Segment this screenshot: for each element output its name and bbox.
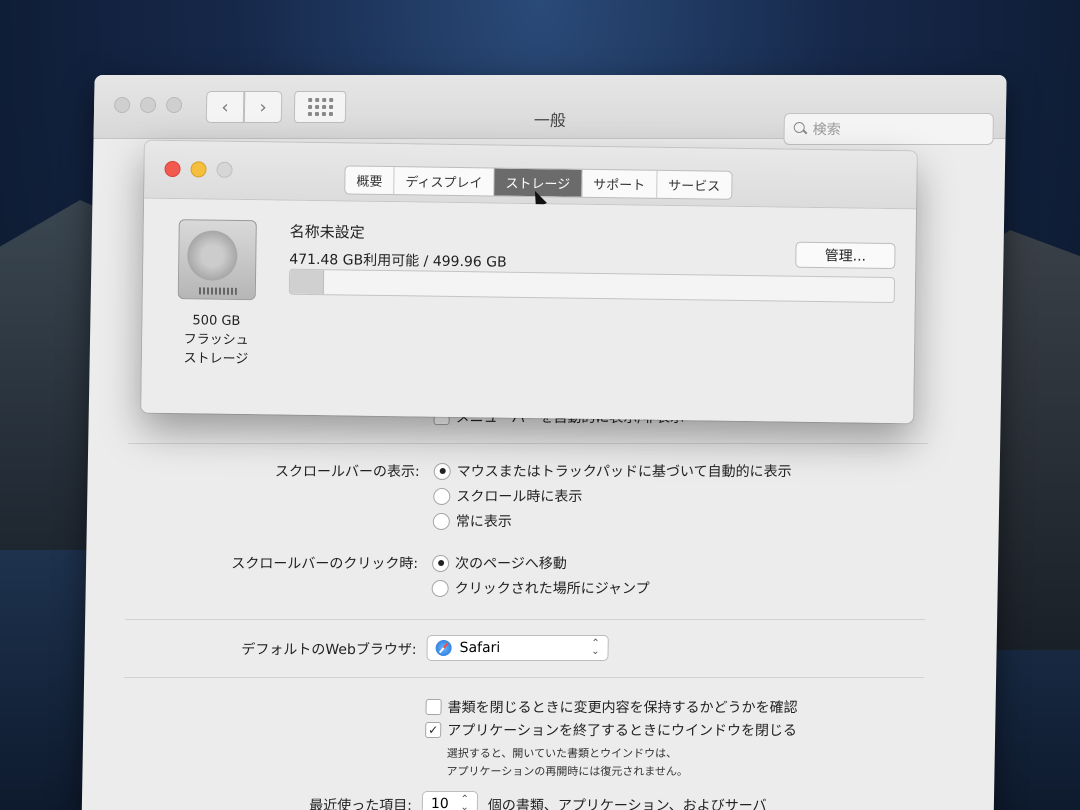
scrollbar-show-label: スクロールバーの表示: <box>274 464 420 480</box>
radio-button[interactable] <box>433 462 451 480</box>
zoom-button[interactable] <box>216 161 233 178</box>
radio-button[interactable] <box>431 579 449 597</box>
close-windows-checkbox[interactable]: ✓ <box>425 722 442 738</box>
minimize-button[interactable] <box>190 161 207 178</box>
storage-panel: 500 GB フラッシュ ストレージ 名称未設定 471.48 GB利用可能 /… <box>141 198 917 424</box>
default-browser-label: デフォルトのWebブラウザ: <box>241 642 417 658</box>
search-placeholder: 検索 <box>812 122 841 138</box>
recent-items-label: 最近使った項目: <box>309 798 413 810</box>
scrollbar-click-jump[interactable]: クリックされた場所にジャンプ <box>431 578 650 598</box>
default-browser-select[interactable]: Safari ⌃ ⌄ <box>426 635 609 661</box>
about-titlebar: 概要 ディスプレイ ストレージ サポート サービス <box>144 140 917 210</box>
scrollbar-click-label: スクロールバーのクリック時: <box>231 556 419 572</box>
about-this-mac-window: 概要 ディスプレイ ストレージ サポート サービス 500 GB フラッシュ ス… <box>141 140 917 424</box>
option-label: 次のページへ移動 <box>454 556 567 572</box>
updown-chevron-icon: ⌃ ⌄ <box>460 794 470 810</box>
option-label: 書類を閉じるときに変更内容を保持するかどうかを確認 <box>447 700 798 716</box>
manage-button[interactable]: 管理... <box>795 241 896 270</box>
disk-type-line2: ストレージ <box>183 351 249 368</box>
option-label: スクロール時に表示 <box>456 489 583 505</box>
note-line: アプリケーションの再開時には復元されません。 <box>446 765 689 778</box>
close-windows-note: 選択すると、開いていた書類とウインドウは、 アプリケーションの再開時には復元され… <box>446 745 688 781</box>
default-browser-value: Safari <box>459 640 501 656</box>
ask-keep-changes-option[interactable]: 書類を閉じるときに変更内容を保持するかどうかを確認 <box>425 697 798 717</box>
option-label: 常に表示 <box>455 514 512 530</box>
disk-capacity: 500 GB <box>192 313 241 329</box>
updown-chevron-icon: ⌃ ⌄ <box>591 638 600 657</box>
hard-drive-icon <box>177 219 257 301</box>
radio-button[interactable] <box>432 512 450 530</box>
divider <box>124 677 925 678</box>
tab-overview[interactable]: 概要 <box>345 166 395 195</box>
recent-items-suffix: 個の書類、アプリケーション、およびサーバ <box>487 798 767 810</box>
option-label: マウスまたはトラックパッドに基づいて自動的に表示 <box>456 464 792 480</box>
recent-items-value: 10 <box>430 796 449 810</box>
option-label: クリックされた場所にジャンプ <box>454 581 650 597</box>
divider <box>125 619 926 620</box>
radio-button[interactable] <box>431 554 450 572</box>
tab-displays[interactable]: ディスプレイ <box>394 167 495 196</box>
radio-button[interactable] <box>433 487 451 505</box>
option-label: アプリケーションを終了するときにウインドウを閉じる <box>447 723 798 739</box>
tab-service[interactable]: サービス <box>657 171 731 199</box>
scrollbar-click-next-page[interactable]: 次のページへ移動 <box>431 553 567 573</box>
scrollbar-show-auto[interactable]: マウスまたはトラックパッドに基づいて自動的に表示 <box>433 461 792 481</box>
scrollbar-show-scrolling[interactable]: スクロール時に表示 <box>433 486 582 506</box>
recent-items-stepper[interactable]: 10 ⌃ ⌄ <box>421 791 479 810</box>
storage-used-segment <box>289 269 325 295</box>
divider <box>128 443 929 444</box>
safari-icon <box>435 640 452 656</box>
prefs-titlebar: ‹ › 一般 検索 <box>93 75 1007 145</box>
scrollbar-show-always[interactable]: 常に表示 <box>432 511 512 531</box>
disk-caption: 500 GB フラッシュ ストレージ <box>170 311 263 369</box>
note-line: 選択すると、開いていた書類とウインドウは、 <box>446 747 678 760</box>
storage-usage-bar <box>288 268 896 304</box>
disk-type-line1: フラッシュ <box>183 332 249 349</box>
volume-name: 名称未設定 <box>289 222 365 242</box>
close-button[interactable] <box>164 160 181 178</box>
tab-support[interactable]: サポート <box>582 169 658 198</box>
close-windows-option[interactable]: ✓ アプリケーションを終了するときにウインドウを閉じる <box>425 720 797 740</box>
ask-keep-changes-checkbox[interactable] <box>425 699 442 715</box>
search-icon <box>793 121 809 137</box>
grid-icon <box>307 98 312 102</box>
